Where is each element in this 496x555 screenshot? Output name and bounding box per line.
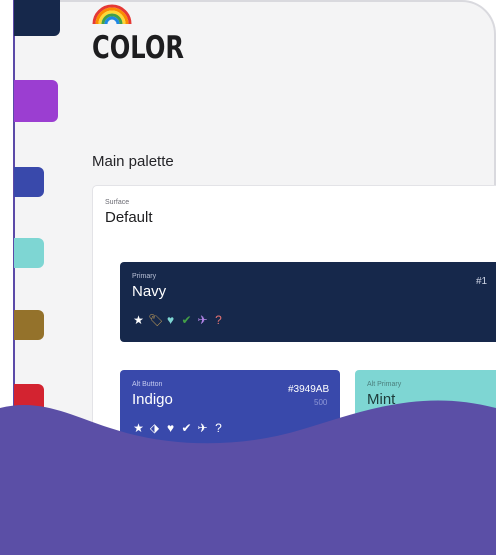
card-label: Primary <box>132 273 157 280</box>
card-label: Alt Primary <box>367 381 402 388</box>
swatch-navy-tab[interactable] <box>14 0 60 36</box>
page-title: COLOR <box>92 30 185 66</box>
star-icon: ★ <box>133 313 144 327</box>
card-name: Navy <box>132 283 167 300</box>
card-label: Alt Button <box>132 381 163 388</box>
icon-row: ★ 🏷 ♥ ✔ ✈ ? <box>132 313 225 327</box>
help-circle-icon: ? <box>215 313 222 327</box>
swatch-indigo-tab[interactable] <box>14 167 44 197</box>
heart-icon: ♥ <box>166 313 175 327</box>
tag-icon: 🏷 <box>148 313 164 327</box>
flight-land-icon: ✈ <box>197 313 208 327</box>
color-card-navy[interactable]: Primary Navy #1 ★ 🏷 ♥ ✔ ✈ ? <box>120 262 496 342</box>
swatch-purple-tab[interactable] <box>14 80 58 122</box>
swatch-gold-tab[interactable] <box>14 310 44 340</box>
card-hex: #1 <box>476 276 488 287</box>
swatch-mint-tab[interactable] <box>14 238 44 268</box>
rainbow-icon <box>92 4 132 24</box>
section-heading: Main palette <box>92 153 174 170</box>
surface-name: Default <box>105 209 153 226</box>
double-check-icon: ✔ <box>181 313 192 327</box>
surface-label: Surface <box>105 199 130 206</box>
decorative-wave <box>0 400 496 555</box>
